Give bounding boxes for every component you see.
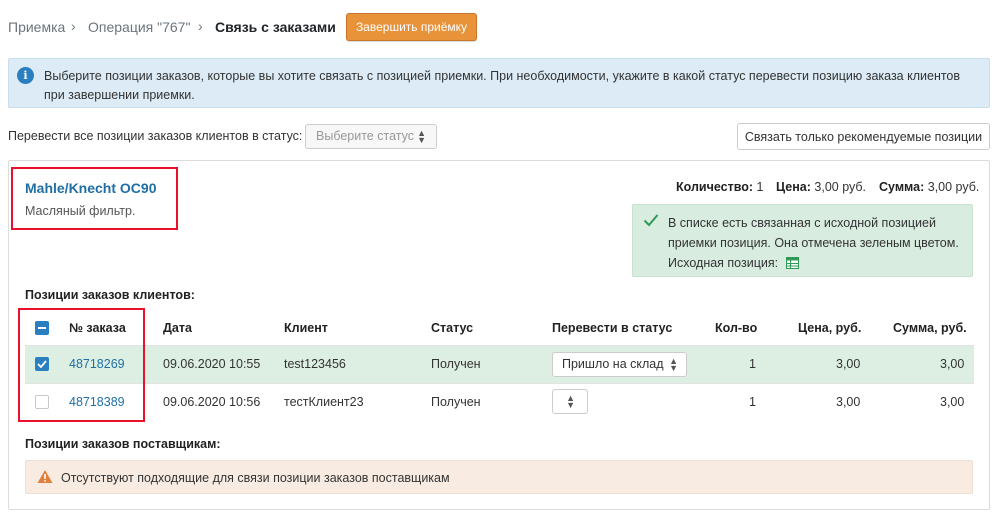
column-header-qty: Кол-во bbox=[715, 321, 758, 335]
column-header-client: Клиент bbox=[284, 321, 328, 335]
info-icon: i bbox=[17, 67, 34, 84]
page-title: Связь с заказами bbox=[215, 19, 336, 35]
column-header-sum: Сумма, руб. bbox=[893, 321, 967, 335]
finish-acceptance-button[interactable]: Завершить приёмку bbox=[346, 13, 477, 41]
order-qty: 1 bbox=[749, 357, 756, 371]
product-price: Цена: 3,00 руб. bbox=[776, 180, 867, 194]
bulk-status-select[interactable]: Выберите статус ▲ ▼ bbox=[305, 124, 437, 149]
warning-icon bbox=[37, 470, 53, 483]
sort-arrows-icon: ▲ ▼ bbox=[566, 393, 575, 410]
order-client: test123456 bbox=[284, 357, 346, 371]
client-orders-title: Позиции заказов клиентов: bbox=[25, 288, 195, 302]
success-alert-text: В списке есть связанная с исходной позиц… bbox=[668, 216, 959, 270]
row-status-select-value: Пришло на склад bbox=[562, 357, 664, 371]
annotation-highlight bbox=[18, 308, 145, 422]
order-client: тестКлиент23 bbox=[284, 395, 364, 409]
order-date: 09.06.2020 10:55 bbox=[163, 357, 261, 371]
sort-arrows-icon: ▲ ▼ bbox=[669, 356, 678, 373]
warning-alert-text: Отсутствуют подходящие для связи позиции… bbox=[61, 471, 450, 485]
supplier-orders-title: Позиции заказов поставщикам: bbox=[25, 437, 221, 451]
order-price: 3,00 bbox=[836, 357, 861, 371]
breadcrumb-item-operation[interactable]: Операция "767" bbox=[88, 19, 190, 35]
info-alert: i Выберите позиции заказов, которые вы х… bbox=[8, 58, 990, 108]
column-header-status: Статус bbox=[431, 321, 474, 335]
product-description: Масляный фильтр. bbox=[25, 204, 136, 218]
sort-arrows-icon: ▲ ▼ bbox=[417, 128, 426, 145]
chevron-right-icon: › bbox=[198, 18, 203, 34]
order-status: Получен bbox=[431, 357, 481, 371]
row-status-select[interactable]: ▲ ▼ bbox=[552, 389, 588, 414]
success-alert: В списке есть связанная с исходной позиц… bbox=[632, 204, 973, 277]
column-header-date: Дата bbox=[163, 321, 192, 335]
breadcrumb-item-priemka[interactable]: Приемка bbox=[8, 19, 65, 35]
chevron-right-icon: › bbox=[71, 18, 76, 34]
row-status-select[interactable]: Пришло на склад ▲ ▼ bbox=[552, 352, 687, 377]
bulk-status-placeholder: Выберите статус bbox=[316, 129, 414, 143]
order-sum: 3,00 bbox=[940, 357, 965, 371]
warning-alert: Отсутствуют подходящие для связи позиции… bbox=[25, 460, 973, 494]
info-alert-text: Выберите позиции заказов, которые вы хот… bbox=[44, 69, 961, 102]
check-icon bbox=[643, 214, 659, 227]
column-header-to-status: Перевести в статус bbox=[552, 321, 673, 335]
annotation-highlight bbox=[11, 167, 178, 230]
link-recommended-button[interactable]: Связать только рекомендуемые позиции bbox=[737, 123, 990, 150]
product-sum: Сумма: 3,00 руб. bbox=[879, 180, 980, 194]
order-price: 3,00 bbox=[836, 395, 861, 409]
product-name[interactable]: Mahle/Knecht OC90 bbox=[25, 180, 156, 196]
order-status: Получен bbox=[431, 395, 481, 409]
product-quantity: Количество: 1 bbox=[676, 180, 764, 194]
order-date: 09.06.2020 10:56 bbox=[163, 395, 261, 409]
order-qty: 1 bbox=[749, 395, 756, 409]
bulk-status-label: Перевести все позиции заказов клиентов в… bbox=[8, 129, 303, 143]
column-header-price: Цена, руб. bbox=[798, 321, 862, 335]
table-divider bbox=[25, 383, 974, 384]
order-sum: 3,00 bbox=[940, 395, 965, 409]
spreadsheet-icon[interactable] bbox=[785, 257, 799, 269]
